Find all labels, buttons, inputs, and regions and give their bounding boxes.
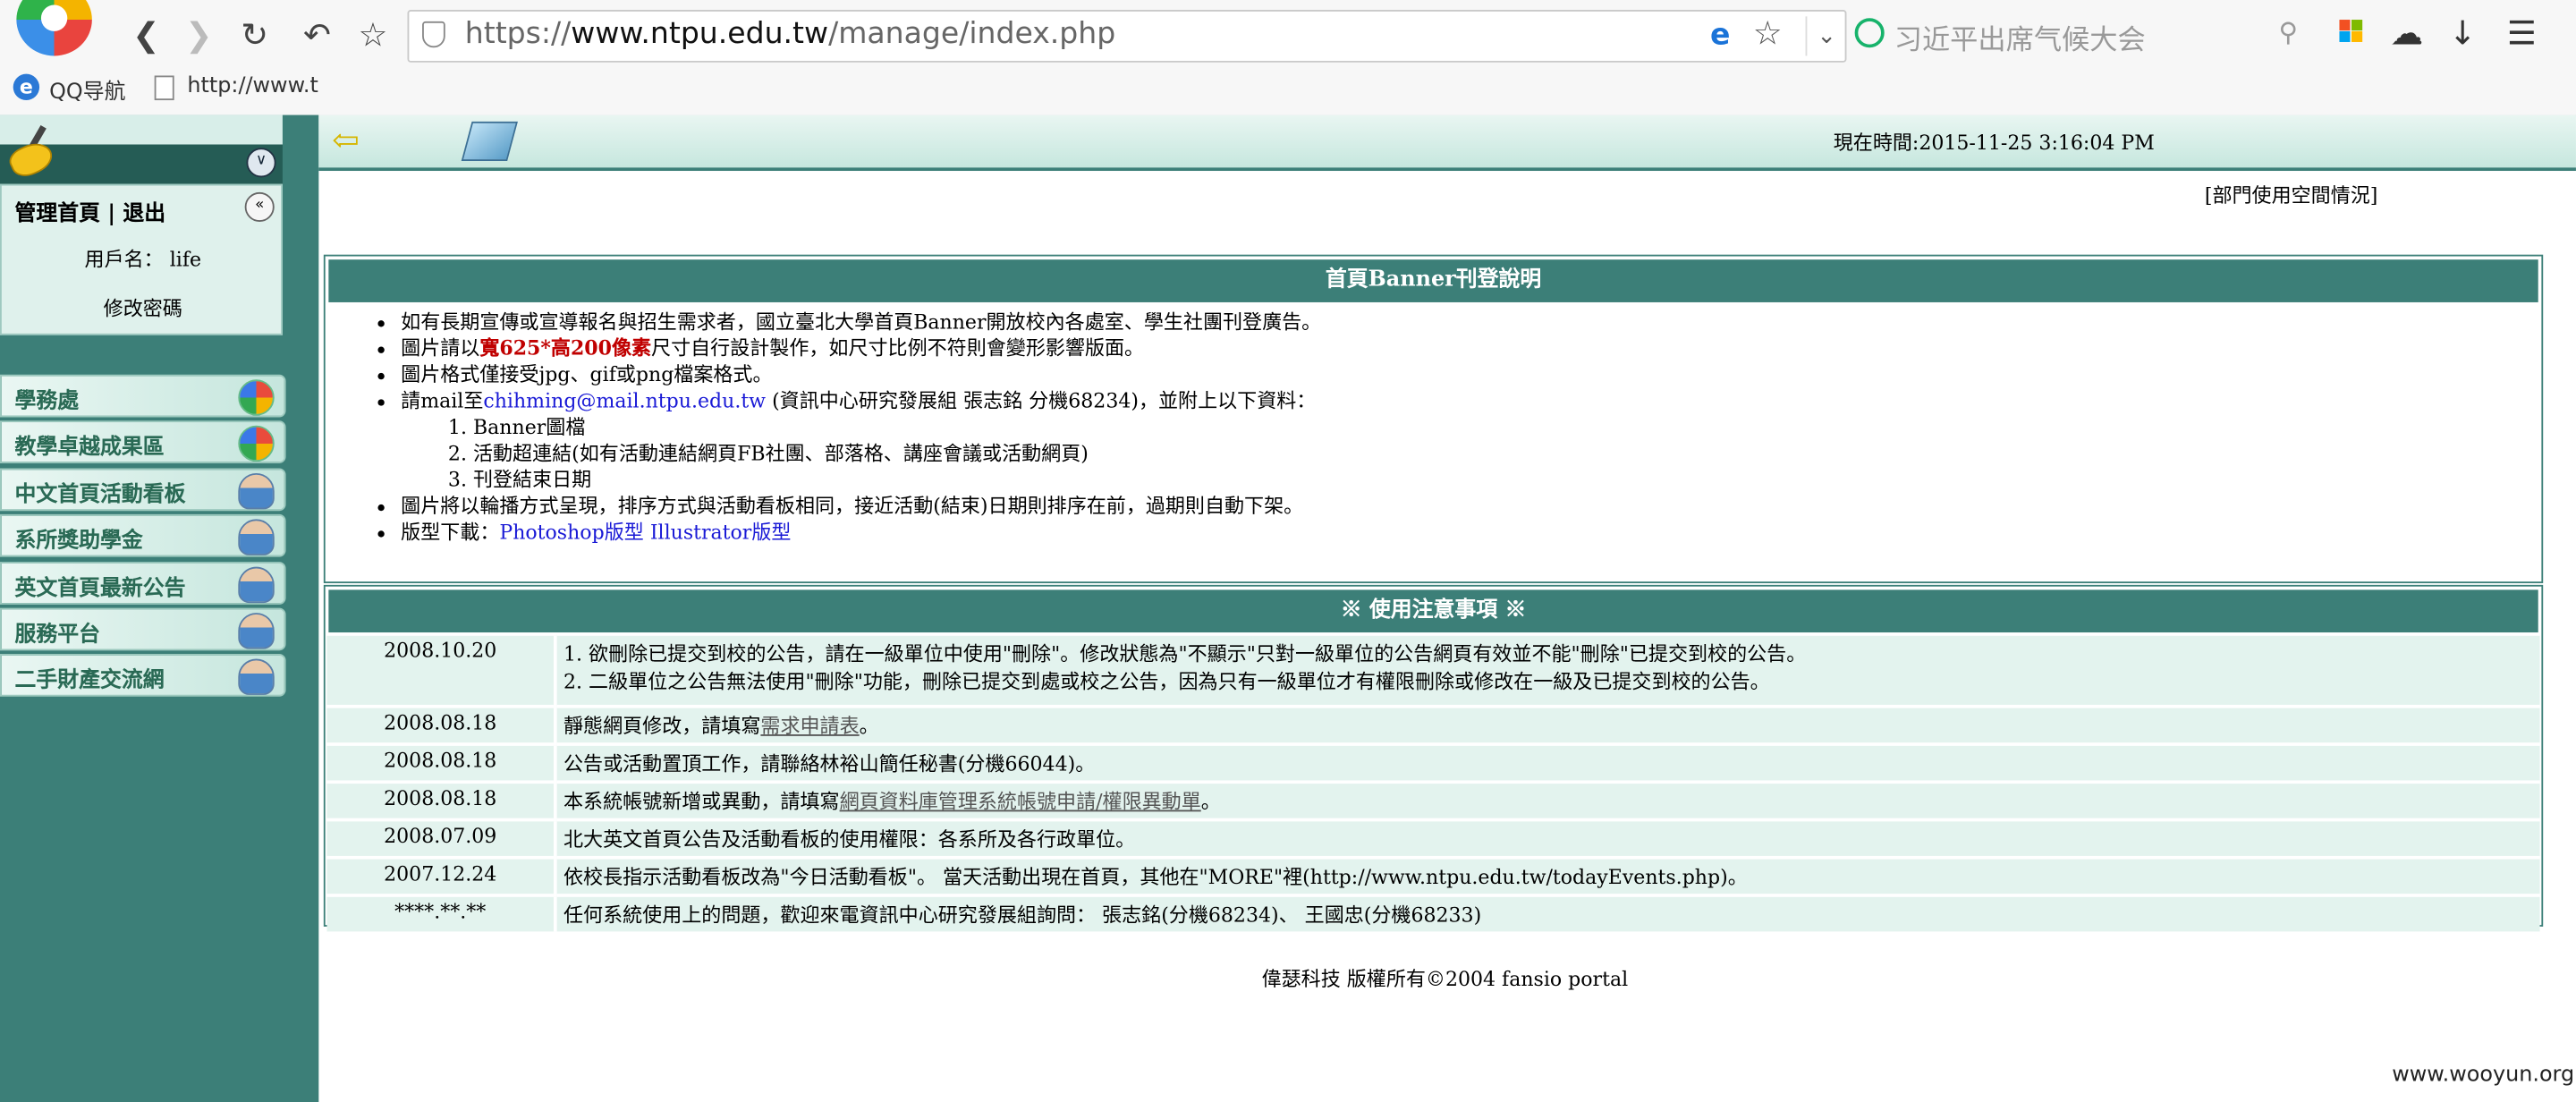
undo-icon[interactable]: ↶	[296, 13, 339, 56]
table-row: ****.**.** 任何系統使用上的問題，歡迎來電資訊中心研究發展組詢問： 張…	[326, 894, 2540, 932]
user-info: 用戶名： life	[84, 248, 202, 272]
cloud-icon[interactable]: ☁	[2385, 13, 2428, 53]
collapse-down-icon[interactable]: ∨	[246, 148, 276, 178]
people-icon	[238, 472, 275, 509]
required-info-list: Banner圖檔 活動超連結(如有活動連結網頁FB社團、部落格、講座會議或活動網…	[401, 414, 2541, 493]
content-topbar: ⇦ 現在時間:2015-11-25 3:16:04 PM	[318, 114, 2576, 172]
list-item: Banner圖檔	[473, 414, 2541, 440]
page-icon	[154, 75, 174, 101]
sidebar-item-english-news[interactable]: 英文首頁最新公告	[0, 561, 286, 605]
bookmark-star-icon[interactable]: ☆	[1753, 13, 1783, 53]
chevron-down-icon[interactable]: ⌄	[1805, 16, 1836, 56]
bookmark-url[interactable]: http://www.t	[187, 74, 318, 99]
list-item: 圖片請以寬625*高200像素尺寸自行設計製作，如尺寸比例不符則會變形影響版面。	[401, 335, 2541, 361]
table-row: 2008.08.18 本系統帳號新增或異動，請填寫網頁資料庫管理系統帳號申請/權…	[326, 780, 2540, 820]
people-icon	[238, 519, 275, 556]
user-name: life	[169, 248, 202, 272]
notes-table: 2008.10.20 1. 欲刪除已提交到校的公告，請在一級單位中使用"刪除"。…	[326, 632, 2540, 932]
current-time: 現在時間:2015-11-25 3:16:04 PM	[1833, 131, 2155, 155]
usage-notes-panel: ※ 使用注意事項 ※ 2008.10.20 1. 欲刪除已提交到校的公告，請在一…	[323, 584, 2544, 932]
browser-logo-icon	[16, 0, 92, 56]
forward-icon[interactable]: ❯	[177, 13, 220, 56]
globe-icon	[238, 426, 275, 462]
collapse-left-icon[interactable]: «	[244, 191, 275, 222]
banner-instructions-list: 如有長期宣傳或宣導報名與招生需求者，國立臺北大學首頁Banner開放校內各處室、…	[326, 309, 2542, 545]
sidebar-menu: 學務處 教學卓越成果區 中文首頁活動看板 系所獎助學金 英文首頁最新公告 服務平…	[0, 374, 286, 701]
size-requirement: 寬625*高200像素	[479, 336, 652, 360]
list-item: 活動超連結(如有活動連結網頁FB社團、部落格、講座會議或活動網頁)	[473, 440, 2541, 466]
favorite-icon[interactable]: ☆	[352, 13, 394, 56]
search-engine-icon	[1854, 18, 1885, 48]
edit-icon[interactable]	[461, 121, 518, 161]
reload-icon[interactable]: ↻	[233, 13, 276, 56]
sidebar-item-scholarships[interactable]: 系所獎助學金	[0, 514, 286, 557]
broom-logo-icon	[5, 124, 57, 182]
sidebar-item-chinese-events[interactable]: 中文首頁活動看板	[0, 468, 286, 511]
notes-title: ※ 使用注意事項 ※	[328, 589, 2538, 633]
watermark: www.wooyun.org	[2392, 1063, 2575, 1088]
user-panel: 管理首頁 | 退出 « 用戶名： life 修改密碼	[0, 183, 284, 335]
url-text[interactable]: https://www.ntpu.edu.tw/manage/index.php	[465, 16, 1115, 51]
security-shield-icon	[422, 21, 445, 48]
sidebar-item-student-affairs[interactable]: 學務處	[0, 374, 286, 418]
menu-icon[interactable]: ☰	[2500, 13, 2543, 53]
list-item: 版型下載：Photoshop版型 Illustrator版型	[401, 519, 2541, 545]
table-row: 2008.08.18 公告或活動置頂工作，請聯絡林裕山簡任秘書(分機66044)…	[326, 742, 2540, 783]
search-input[interactable]: 习近平出席气候大会	[1894, 16, 2146, 58]
sidebar-header: ∨	[0, 114, 283, 184]
banner-title: 首頁Banner刊登說明	[328, 259, 2538, 302]
sidebar: ∨ 管理首頁 | 退出 « 用戶名： life 修改密碼 學務處 教學卓越成果區…	[0, 114, 319, 1102]
sidebar-item-service-platform[interactable]: 服務平台	[0, 607, 286, 651]
ie-mode-icon[interactable]: e	[1710, 18, 1730, 53]
change-password-link[interactable]: 修改密碼	[2, 294, 284, 322]
table-row: 2007.12.24 依校長指示活動看板改為"今日活動看板"。 當天活動出現在首…	[326, 855, 2540, 896]
list-item: 圖片將以輪播方式呈現，排序方式與活動看板相同，接近活動(結束)日期則排序在前，過…	[401, 493, 2541, 519]
sidebar-item-secondhand[interactable]: 二手財產交流網	[0, 654, 286, 698]
account-form-link[interactable]: 網頁資料庫管理系統帳號申請/權限異動單	[840, 790, 1201, 813]
banner-instructions-panel: 首頁Banner刊登說明 如有長期宣傳或宣導報名與招生需求者，國立臺北大學首頁B…	[323, 254, 2544, 584]
table-row: 2008.07.09 北大英文首頁公告及活動看板的使用權限：各系所及各行政單位。	[326, 818, 2540, 858]
list-item: 圖片格式僅接受jpg、gif或png檔案格式。	[401, 361, 2541, 387]
footer-copyright: 偉瑟科技 版權所有©2004 fansio portal	[1261, 967, 1629, 991]
panel-title: 管理首頁 | 退出	[14, 201, 166, 227]
back-icon[interactable]: ❮	[125, 13, 168, 56]
table-row: 2008.10.20 1. 欲刪除已提交到校的公告，請在一級單位中使用"刪除"。…	[326, 632, 2540, 707]
back-arrow-icon[interactable]: ⇦	[332, 123, 360, 157]
department-space-link[interactable]: [部門使用空間情況]	[2205, 181, 2378, 208]
globe-icon	[238, 379, 275, 416]
bookmark-qq-nav[interactable]: QQ导航	[49, 74, 125, 106]
people-icon	[238, 565, 275, 603]
download-icon[interactable]: ↓	[2441, 13, 2484, 53]
apps-icon[interactable]	[2339, 20, 2363, 43]
list-item: 刊登結束日期	[473, 467, 2541, 493]
address-bar[interactable]: https://www.ntpu.edu.tw/manage/index.php…	[407, 10, 2298, 63]
list-item: 請mail至chihming@mail.ntpu.edu.tw (資訊中心研究發…	[401, 387, 2541, 493]
illustrator-template-link[interactable]: Illustrator版型	[650, 521, 792, 544]
logout-link[interactable]: 退出	[123, 202, 165, 227]
request-form-link[interactable]: 需求申請表	[760, 715, 859, 738]
sidebar-item-teaching-excellence[interactable]: 教學卓越成果區	[0, 420, 286, 464]
people-icon	[238, 613, 275, 649]
table-row: 2008.08.18 靜態網頁修改，請填寫需求申請表。	[326, 704, 2540, 745]
people-icon	[238, 659, 275, 696]
email-link[interactable]: chihming@mail.ntpu.edu.tw	[483, 389, 766, 412]
qq-nav-icon: e	[13, 73, 40, 101]
list-item: 如有長期宣傳或宣導報名與招生需求者，國立臺北大學首頁Banner開放校內各處室、…	[401, 309, 2541, 335]
photoshop-template-link[interactable]: Photoshop版型	[499, 521, 643, 544]
browser-chrome: ❮ ❯ ↻ ↶ ☆ https://www.ntpu.edu.tw/manage…	[0, 0, 2576, 117]
search-icon[interactable]: ⚲	[2279, 16, 2299, 47]
manage-home-link[interactable]: 管理首頁	[15, 202, 101, 227]
